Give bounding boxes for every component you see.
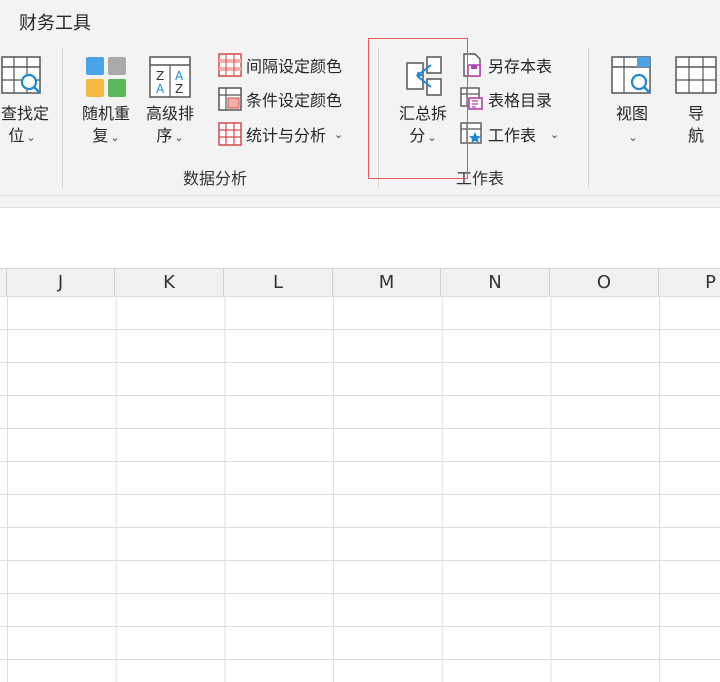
find-locate-label-1: 查找定 xyxy=(0,104,49,123)
svg-text:A: A xyxy=(156,82,165,96)
shuffle-label-2: 复 xyxy=(92,126,109,145)
chevron-down-icon: ⌄ xyxy=(427,131,437,144)
column-header-l[interactable]: L xyxy=(224,269,333,296)
save-as-sheet-label: 另存本表 xyxy=(488,57,553,76)
chevron-down-icon: ⌄ xyxy=(628,131,638,144)
summary-split-icon xyxy=(406,56,442,96)
cell-grid[interactable] xyxy=(0,296,720,682)
column-header-partial[interactable] xyxy=(0,269,7,296)
navigation-icon xyxy=(675,56,717,94)
interval-color-button[interactable]: 间隔设定颜色 xyxy=(218,52,342,78)
column-header-j[interactable]: J xyxy=(7,269,115,296)
find-locate-button[interactable]: 查找定 位 ⌄ xyxy=(0,55,52,149)
ribbon-gap xyxy=(0,196,720,207)
nav-label-2: 航 xyxy=(687,126,704,145)
interval-color-label: 间隔设定颜色 xyxy=(246,57,343,76)
formula-bar[interactable] xyxy=(0,207,720,249)
save-sheet-icon xyxy=(463,53,481,77)
group-separator xyxy=(588,48,589,188)
column-header-n[interactable]: N xyxy=(441,269,550,296)
view-icon xyxy=(611,56,651,94)
adv-sort-label-2: 序 xyxy=(156,126,173,145)
sheet-directory-button[interactable]: 表格目录 xyxy=(460,86,552,112)
column-header-p[interactable]: P xyxy=(659,269,720,296)
sort-az-icon: Z A A Z xyxy=(149,56,191,98)
worksheet-star-icon xyxy=(460,122,482,144)
column-header-o[interactable]: O xyxy=(550,269,659,296)
save-as-sheet-button[interactable]: 另存本表 xyxy=(460,52,552,78)
stats-analysis-button[interactable]: 统计与分析 ⌄ xyxy=(218,121,343,147)
stats-analysis-icon xyxy=(218,122,242,146)
sheet-directory-label: 表格目录 xyxy=(488,91,553,110)
find-locate-label-2: 位 xyxy=(8,126,25,145)
column-header-row: J K L M N O P xyxy=(0,268,720,297)
view-button[interactable]: 视图 ⌄ xyxy=(604,55,660,149)
sheet-directory-icon xyxy=(460,87,483,110)
svg-text:A: A xyxy=(175,69,184,83)
summary-split-label-2: 分 xyxy=(409,126,426,145)
condition-color-label: 条件设定颜色 xyxy=(246,91,343,110)
nav-label-1: 导 xyxy=(687,104,704,123)
condition-color-icon xyxy=(218,87,242,111)
chevron-down-icon: ⌄ xyxy=(550,127,560,141)
shuffle-label-1: 随机重 xyxy=(81,104,130,123)
ribbon-tab-title[interactable]: 财务工具 xyxy=(19,9,91,35)
group-separator xyxy=(378,48,379,188)
group-label-data-analysis: 数据分析 xyxy=(183,169,248,188)
find-locate-icon xyxy=(1,56,41,94)
navigation-button[interactable]: 导 航 xyxy=(672,55,720,147)
interval-color-icon xyxy=(218,53,242,77)
random-grid-icon xyxy=(86,57,126,97)
shuffle-repeat-button[interactable]: 随机重 复 ⌄ xyxy=(76,55,136,149)
summary-split-button[interactable]: 汇总拆 分 ⌄ xyxy=(392,55,454,149)
view-label: 视图 xyxy=(615,104,648,123)
svg-text:Z: Z xyxy=(156,69,164,83)
condition-color-button[interactable]: 条件设定颜色 xyxy=(218,86,342,112)
group-separator xyxy=(62,48,63,188)
ribbon: 财务工具 查找定 位 ⌄ 随机重 复 ⌄ Z A A Z 高级排 序 ⌄ 间隔设… xyxy=(0,0,720,196)
group-label-worksheet: 工作表 xyxy=(456,169,505,188)
stats-analysis-label: 统计与分析 xyxy=(246,126,327,145)
chevron-down-icon: ⌄ xyxy=(110,131,120,144)
column-header-m[interactable]: M xyxy=(333,269,441,296)
sheet-gap xyxy=(0,247,720,268)
adv-sort-label-1: 高级排 xyxy=(145,104,194,123)
column-header-k[interactable]: K xyxy=(115,269,224,296)
worksheet-button[interactable]: 工作表 ⌄ xyxy=(460,121,559,147)
worksheet-label: 工作表 xyxy=(488,126,537,145)
chevron-down-icon: ⌄ xyxy=(174,131,184,144)
svg-text:Z: Z xyxy=(175,82,183,96)
advanced-sort-button[interactable]: Z A A Z 高级排 序 ⌄ xyxy=(140,55,200,149)
chevron-down-icon: ⌄ xyxy=(334,127,344,141)
summary-split-label-1: 汇总拆 xyxy=(398,104,447,123)
chevron-down-icon: ⌄ xyxy=(26,131,36,144)
